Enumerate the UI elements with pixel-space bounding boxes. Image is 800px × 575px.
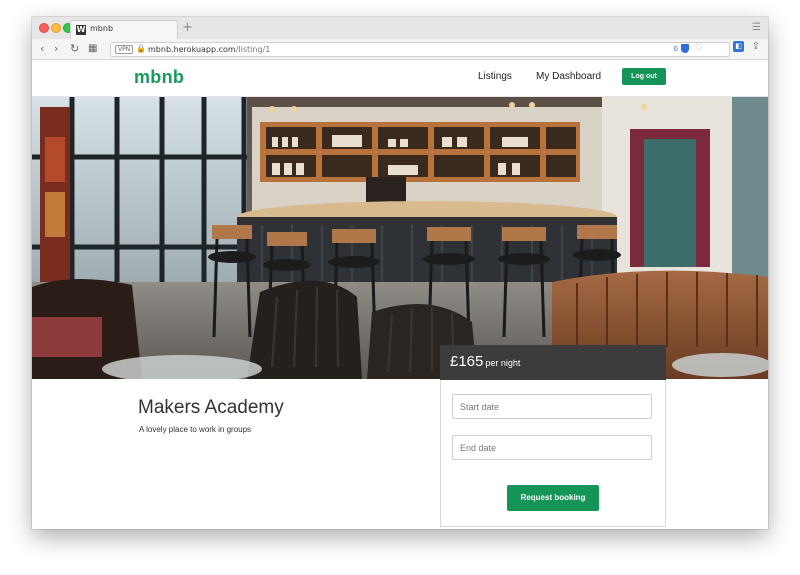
share-icon[interactable]: ⇪ [752,40,760,54]
browser-tab[interactable]: W mbnb [70,20,178,40]
price-unit: per night [485,358,521,368]
browser-window: W mbnb + ☰ ‹ › ↻ ▦ VPN 🔒 mbnb.herokuapp.… [32,17,768,529]
listing-description: A lovely place to work in groups [139,425,252,434]
reload-icon[interactable]: ↻ [70,41,79,57]
nav-listings-link[interactable]: Listings [478,70,512,84]
tab-menu-icon[interactable]: ☰ [752,22,761,33]
site-favicon-icon: W [76,25,86,35]
logout-button[interactable]: Log out [622,68,666,85]
minimize-window-button[interactable] [51,23,61,33]
shield-icon[interactable] [681,44,689,53]
vpn-badge[interactable]: VPN [115,45,134,54]
booking-panel: Request booking [440,380,666,527]
forward-icon[interactable]: › [54,41,58,57]
web-page: mbnb Listings My Dashboard Log out £165 … [32,60,768,529]
url-host: mbnb.herokuapp.com [148,45,236,54]
start-date-input[interactable] [452,394,652,419]
lock-icon: 🔒 [136,44,146,53]
nav-dashboard-link[interactable]: My Dashboard [536,70,601,84]
end-date-input[interactable] [452,435,652,460]
site-logo[interactable]: mbnb [134,66,184,88]
back-icon[interactable]: ‹ [40,41,44,57]
new-tab-button[interactable]: + [182,19,193,37]
block-count: 0 [673,45,678,53]
address-bar: ‹ › ↻ ▦ VPN 🔒 mbnb.herokuapp.com/listing… [32,39,768,60]
price-bar: £165 per night [440,345,666,380]
tab-title: mbnb [90,24,114,33]
listing-title: Makers Academy [138,397,284,418]
listing-hero-image [32,97,768,379]
url-field[interactable]: VPN 🔒 mbnb.herokuapp.com/listing/1 0 ♡ [110,42,730,57]
request-booking-button[interactable]: Request booking [507,485,599,511]
heart-icon[interactable]: ♡ [695,43,703,54]
url-path: /listing/1 [235,45,271,54]
tab-bar: W mbnb + ☰ [32,17,768,40]
extension-icon[interactable]: ◧ [733,41,744,52]
site-header: mbnb Listings My Dashboard Log out [32,60,768,97]
price-amount: £165 [450,353,484,370]
url-text[interactable]: mbnb.herokuapp.com/listing/1 [148,44,270,55]
speed-dial-icon[interactable]: ▦ [88,41,97,57]
price-label: £165 per night [450,353,520,372]
close-window-button[interactable] [39,23,49,33]
